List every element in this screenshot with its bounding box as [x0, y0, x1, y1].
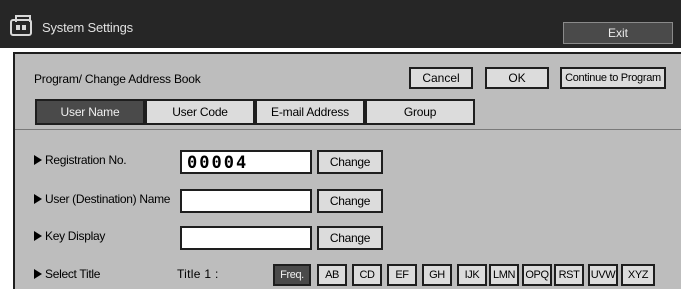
user-name-row: User (Destination) Name Change — [15, 185, 681, 215]
registration-row: Registration No. 00004 Change — [15, 146, 681, 176]
tab-user-code[interactable]: User Code — [145, 99, 255, 125]
address-book-panel: Program/ Change Address Book Cancel OK C… — [13, 52, 681, 289]
window-title: System Settings — [42, 20, 133, 35]
select-title-label: Select Title — [34, 267, 100, 281]
key-display-change-button[interactable]: Change — [317, 226, 383, 250]
cancel-button[interactable]: Cancel — [409, 67, 473, 89]
screen: System Settings Exit Program/ Change Add… — [0, 0, 681, 289]
user-name-field[interactable] — [180, 189, 312, 213]
panel-header: Program/ Change Address Book Cancel OK C… — [15, 54, 681, 94]
arrow-right-icon — [34, 269, 42, 279]
arrow-right-icon — [34, 231, 42, 241]
ok-button[interactable]: OK — [485, 67, 549, 89]
registration-label: Registration No. — [34, 153, 127, 167]
title-key-uvw[interactable]: UVW — [588, 264, 618, 286]
arrow-right-icon — [34, 194, 42, 204]
exit-button[interactable]: Exit — [563, 22, 673, 44]
tab-user-name[interactable]: User Name — [35, 99, 145, 125]
title-key-gh[interactable]: GH — [422, 264, 452, 286]
title-bar: System Settings Exit — [0, 0, 681, 48]
select-title-row: Select Title Title 1 : Freq. AB CD EF GH… — [15, 260, 681, 289]
user-name-label: User (Destination) Name — [34, 192, 170, 206]
title-key-ab[interactable]: AB — [317, 264, 347, 286]
tab-bar: User Name User Code E-mail Address Group — [15, 96, 681, 130]
continue-to-program-button[interactable]: Continue to Program — [560, 67, 666, 89]
panel-title: Program/ Change Address Book — [34, 72, 201, 86]
title-key-freq[interactable]: Freq. — [273, 264, 311, 286]
registration-change-button[interactable]: Change — [317, 150, 383, 174]
key-display-label: Key Display — [34, 229, 105, 243]
registration-number-value: 00004 — [187, 153, 249, 173]
title-key-ijk[interactable]: IJK — [457, 264, 487, 286]
title-key-ef[interactable]: EF — [387, 264, 417, 286]
key-display-row: Key Display Change — [15, 222, 681, 252]
title-key-rst[interactable]: RST — [554, 264, 584, 286]
key-display-field[interactable] — [180, 226, 312, 250]
title-key-cd[interactable]: CD — [352, 264, 382, 286]
registration-number-field[interactable]: 00004 — [180, 150, 312, 174]
tab-email-address[interactable]: E-mail Address — [255, 99, 365, 125]
title-key-opq[interactable]: OPQ — [522, 264, 552, 286]
title-key-xyz[interactable]: XYZ — [621, 264, 655, 286]
title-key-lmn[interactable]: LMN — [489, 264, 519, 286]
system-settings-icon — [10, 15, 32, 36]
user-name-change-button[interactable]: Change — [317, 189, 383, 213]
arrow-right-icon — [34, 155, 42, 165]
tab-group[interactable]: Group — [365, 99, 475, 125]
title-number: Title 1 : — [177, 267, 219, 281]
